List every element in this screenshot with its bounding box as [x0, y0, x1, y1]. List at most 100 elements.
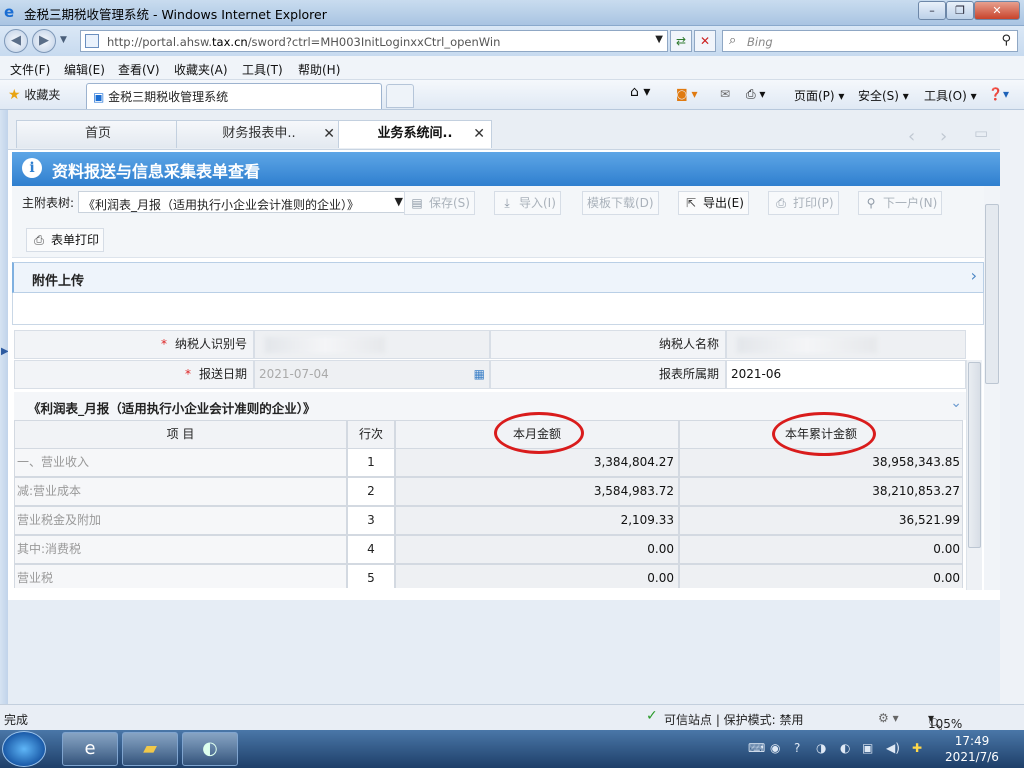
tab-business-system[interactable]: 业务系统间.. ✕ [338, 120, 492, 148]
page-menu[interactable]: 页面(P) ▾ [794, 87, 844, 104]
form-print-button[interactable]: ⎙ 表单打印 [26, 228, 105, 252]
home-icon[interactable]: ⌂ ▾ [630, 84, 650, 100]
tools-menu[interactable]: 工具(O) ▾ [924, 87, 977, 104]
maximize-button[interactable]: ❐ [946, 1, 974, 20]
chevron-down-icon[interactable]: ⌄ [950, 395, 962, 411]
security-zone[interactable]: 可信站点 | 保护模式: 禁用 [664, 711, 804, 728]
table-row: 其中:消费税 4 0.00 0.00 [14, 535, 966, 564]
app-taskbar-icon[interactable]: ◐ [182, 732, 238, 766]
save-button[interactable]: ▤ 保存(S) [404, 191, 475, 215]
row-month-amount[interactable]: 3,584,983.72 [395, 477, 679, 506]
refresh-icon[interactable]: ⇄ [670, 30, 692, 52]
browser-tab[interactable]: ▣ 金税三期税收管理系统 [86, 83, 382, 109]
report-period-label: 报表所属期 [490, 360, 726, 389]
print-icon[interactable]: ⎙ ▾ [746, 87, 765, 102]
checkmark-icon: ✓ [646, 708, 658, 724]
row-year-amount[interactable]: 0.00 [679, 535, 963, 564]
row-item: 一、营业收入 [14, 448, 347, 477]
taxpayer-info-table: * 纳税人识别号 纳税人名称 * 报送日期 2021-07-04 ▦ 报表所属期 20… [14, 330, 966, 390]
menu-view[interactable]: 查看(V) [118, 61, 160, 78]
taxpayer-name-label: 纳税人名称 [490, 330, 726, 359]
left-frame-strip [0, 110, 8, 704]
ime-icon[interactable]: ◉ [770, 741, 780, 755]
keyboard-icon[interactable]: ⌨ [748, 741, 765, 755]
tab-financial-report[interactable]: 财务报表申.. ✕ [176, 120, 342, 148]
search-input[interactable]: ⌕ Bing ⚲ [722, 30, 1018, 52]
calendar-icon[interactable]: ▦ [474, 361, 485, 388]
window-title-bar: e 金税三期税收管理系统 - Windows Internet Explorer… [0, 0, 1024, 26]
tray-app-icon[interactable]: ◑ [816, 741, 826, 755]
row-year-amount[interactable]: 0.00 [679, 564, 963, 588]
history-dropdown-icon[interactable]: ▼ [60, 35, 67, 45]
row-month-amount[interactable]: 0.00 [395, 535, 679, 564]
menu-file[interactable]: 文件(F) [10, 61, 50, 78]
url-dropdown-icon[interactable]: ▼ [655, 34, 663, 45]
tabs-maximize-icon[interactable]: ▭ [974, 124, 988, 142]
start-button[interactable] [2, 731, 46, 767]
help-tray-icon[interactable]: ? [794, 741, 800, 755]
scroll-thumb[interactable] [985, 204, 999, 384]
taxpayer-name-field[interactable] [726, 330, 966, 359]
tab-title: 金税三期税收管理系统 [108, 90, 229, 104]
explorer-taskbar-icon[interactable]: ▰ [122, 732, 178, 766]
header-item: 项 目 [14, 420, 347, 449]
tab-home[interactable]: 首页 [16, 120, 180, 148]
close-tab-icon[interactable]: ✕ [323, 121, 335, 147]
safety-menu[interactable]: 安全(S) ▾ [858, 87, 909, 104]
next-taxpayer-button[interactable]: ⚲ 下一户(N) [858, 191, 943, 215]
row-year-amount[interactable]: 36,521.99 [679, 506, 963, 535]
chevron-right-icon[interactable]: › [971, 266, 977, 285]
print-button[interactable]: ⎙ 打印(P) [768, 191, 839, 215]
submit-date-field[interactable]: 2021-07-04 ▦ [254, 360, 490, 389]
menu-edit[interactable]: 编辑(E) [64, 61, 105, 78]
page-scrollbar[interactable] [984, 186, 1000, 590]
star-icon: ★ [8, 87, 21, 103]
tabs-prev-icon[interactable]: ‹ [908, 126, 915, 147]
search-icon[interactable]: ⚲ [1001, 33, 1011, 48]
action-center-icon[interactable]: ✚ [912, 741, 922, 755]
page-menu-label: 页面(P) [794, 89, 835, 103]
network-icon[interactable]: ▣ [862, 741, 873, 755]
scroll-thumb[interactable] [968, 362, 981, 548]
protected-mode-icon[interactable]: ⚙ ▾ [878, 711, 899, 725]
tabs-next-icon[interactable]: › [940, 126, 947, 147]
help-icon[interactable]: ❓▾ [988, 87, 1009, 101]
import-label: 导入(I) [519, 196, 556, 210]
row-month-amount[interactable]: 2,109.33 [395, 506, 679, 535]
table-scrollbar[interactable] [966, 360, 982, 590]
import-button[interactable]: ⤓ 导入(I) [494, 191, 561, 215]
form-select[interactable]: 《利润表_月报（适用执行小企业会计准则的企业）》 ▼ [78, 191, 410, 213]
rss-icon[interactable]: ◙ ▾ [676, 87, 697, 101]
row-month-amount[interactable]: 0.00 [395, 564, 679, 588]
tray-app2-icon[interactable]: ◐ [840, 741, 850, 755]
system-clock[interactable]: 17:49 2021/7/6 [942, 733, 1002, 765]
back-button[interactable]: ◀ [4, 29, 28, 53]
forward-button[interactable]: ▶ [32, 29, 56, 53]
close-tab-icon[interactable]: ✕ [473, 121, 485, 147]
close-window-button[interactable]: ✕ [974, 1, 1020, 20]
ie-taskbar-icon[interactable]: e [62, 732, 118, 766]
menu-favorites[interactable]: 收藏夹(A) [174, 61, 228, 78]
tab-page-icon: ▣ [93, 90, 105, 104]
ie-logo-icon: e [4, 3, 15, 21]
menu-tools[interactable]: 工具(T) [242, 61, 283, 78]
minimize-button[interactable]: – [918, 1, 946, 20]
read-mail-icon[interactable]: ✉ [720, 87, 730, 101]
favorites-label: 收藏夹 [24, 88, 61, 102]
new-tab-button[interactable] [386, 84, 414, 108]
form-select-value: 《利润表_月报（适用执行小企业会计准则的企业）》 [83, 198, 360, 212]
volume-icon[interactable]: ◀) [886, 741, 900, 755]
url-input[interactable]: http://portal.ahsw.tax.cn/sword?ctrl=MH0… [80, 30, 668, 52]
template-download-button[interactable]: 模板下载(D) [582, 191, 659, 215]
favorites-button[interactable]: ★ 收藏夹 [8, 86, 60, 103]
search-placeholder: Bing [747, 35, 773, 49]
export-button[interactable]: ⇱ 导出(E) [678, 191, 749, 215]
taxpayer-id-field[interactable] [254, 330, 490, 359]
table-row: 营业税 5 0.00 0.00 [14, 564, 966, 588]
menu-help[interactable]: 帮助(H) [298, 61, 340, 78]
zoom-control[interactable]: 🔍︎ 105% ▾ [928, 711, 962, 731]
required-marker: * [184, 367, 191, 381]
row-year-amount[interactable]: 38,210,853.27 [679, 477, 963, 506]
stop-icon[interactable]: ✕ [694, 30, 716, 52]
attachment-panel[interactable]: 附件上传 › [12, 262, 984, 293]
